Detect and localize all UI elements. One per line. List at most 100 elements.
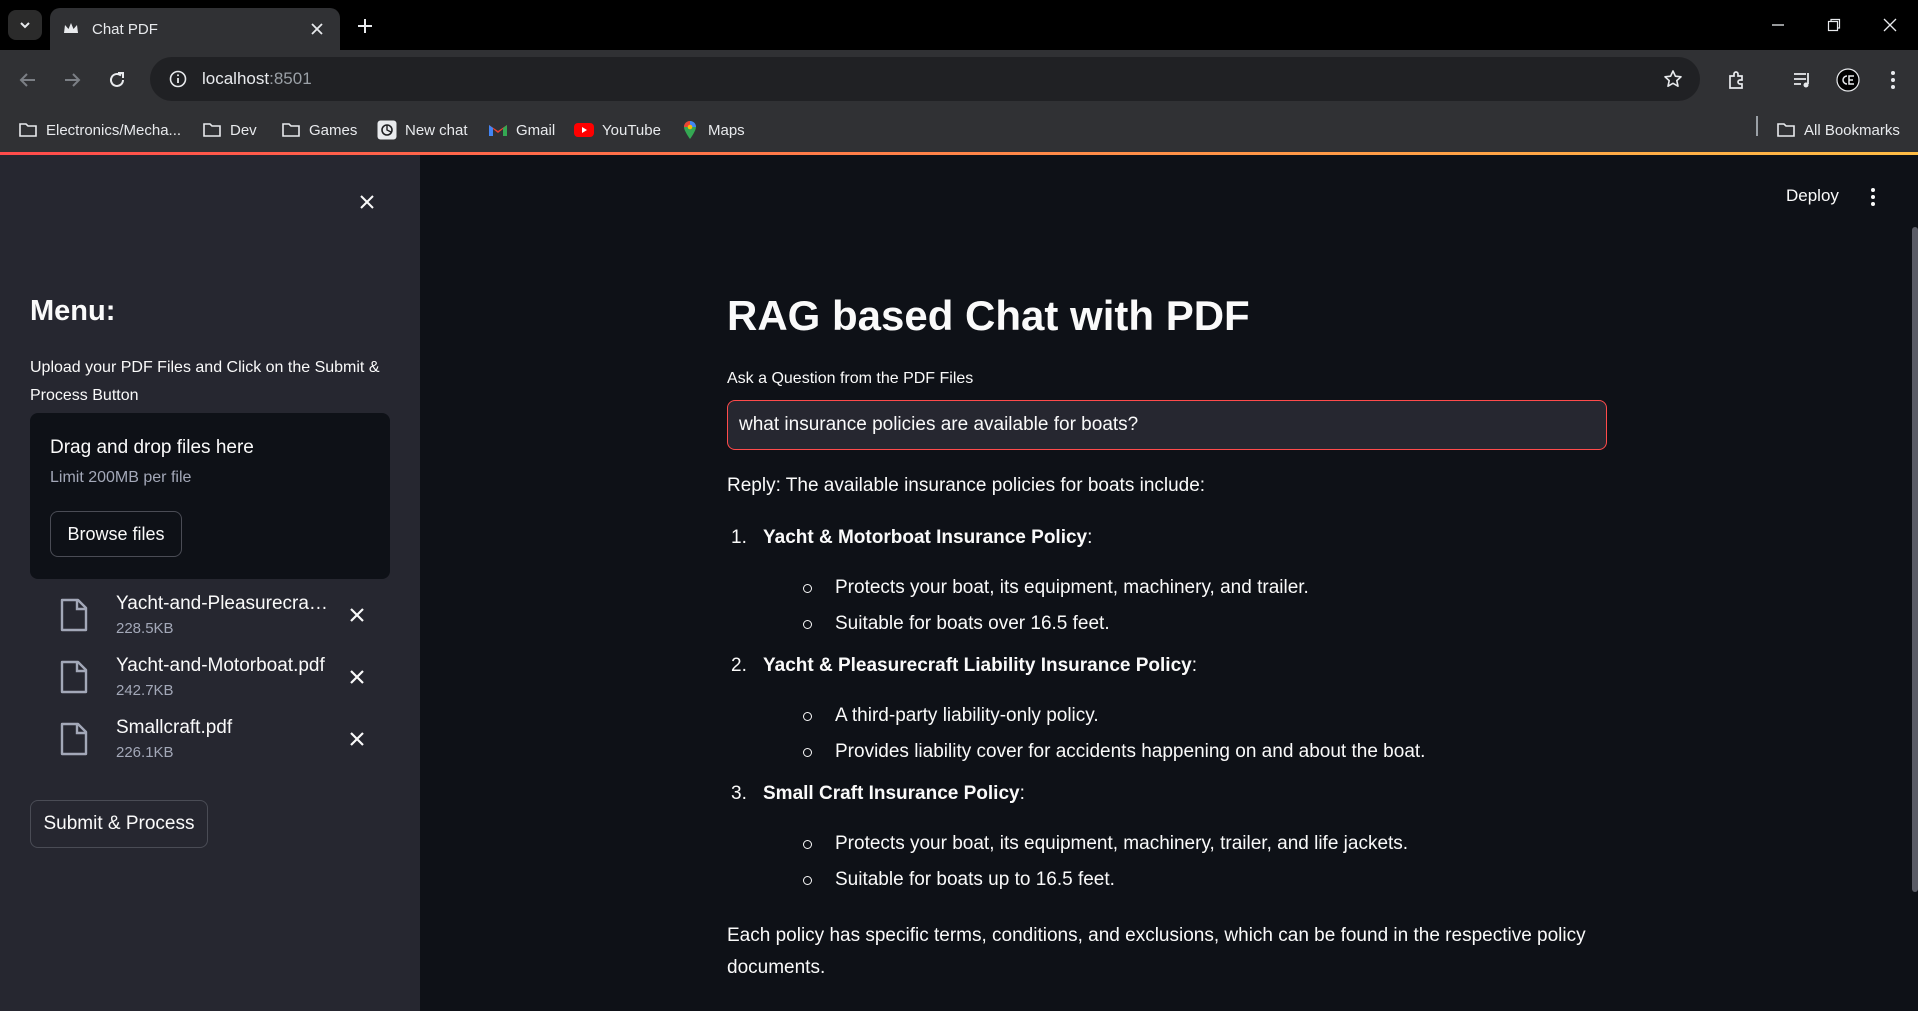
bookmark-gmail[interactable]: Gmail <box>488 118 555 142</box>
maps-icon <box>680 120 700 140</box>
url-text: localhost:8501 <box>202 69 312 89</box>
question-input[interactable] <box>727 400 1607 450</box>
question-label: Ask a Question from the PDF Files <box>727 370 974 387</box>
file-size: 242.7KB <box>116 682 174 699</box>
file-name: Smallcraft.pdf <box>116 717 233 738</box>
address-bar[interactable]: localhost:8501 <box>150 57 1700 101</box>
policy-point-text: Provides liability cover for accidents h… <box>835 741 1426 762</box>
tab-close-icon[interactable] <box>306 18 328 40</box>
sidebar-title: Menu: <box>30 295 116 327</box>
close-icon <box>350 670 364 684</box>
page-title: RAG based Chat with PDF <box>727 292 1250 339</box>
restore-button[interactable] <box>1814 10 1854 40</box>
uploaded-file: Smallcraft.pdf 226.1KB <box>54 714 394 764</box>
url-host: localhost <box>202 69 270 88</box>
deploy-button[interactable]: Deploy <box>1786 186 1839 206</box>
url-port: :8501 <box>269 69 312 88</box>
policy-colon: : <box>1191 655 1198 676</box>
bullet-circle-icon <box>803 876 812 885</box>
remove-file-button[interactable] <box>344 602 370 628</box>
uploaded-file: Yacht-and-Pleasurecraft.... 228.5KB <box>54 590 394 640</box>
file-icon <box>60 722 88 756</box>
browser-tab[interactable]: Chat PDF <box>50 8 340 50</box>
policy-points: Protects your boat, its equipment, machi… <box>763 830 1607 902</box>
bookmark-games[interactable]: Games <box>281 118 357 142</box>
reload-button[interactable] <box>101 64 133 96</box>
folder-icon <box>18 120 38 140</box>
bullet-circle-icon <box>803 712 812 721</box>
policy-number: 1. <box>731 527 747 548</box>
remove-file-button[interactable] <box>344 726 370 752</box>
submit-process-button[interactable]: Submit & Process <box>30 800 208 848</box>
bookmark-star-icon[interactable] <box>1662 68 1684 90</box>
openai-icon <box>377 120 397 140</box>
file-name: Yacht-and-Pleasurecraft.... <box>116 593 328 614</box>
policy-name: Yacht & Motorboat Insurance Policy <box>763 527 1088 548</box>
bookmarks-divider <box>1756 116 1758 136</box>
bookmark-youtube[interactable]: YouTube <box>574 118 661 142</box>
minimize-button[interactable] <box>1758 10 1798 40</box>
tab-search-button[interactable] <box>8 10 42 40</box>
close-icon <box>1883 18 1897 32</box>
policy-point-text: A third-party liability-only policy. <box>835 705 1099 726</box>
policy-points: Protects your boat, its equipment, machi… <box>763 574 1607 646</box>
file-icon <box>60 660 88 694</box>
browser-toolbar: localhost:8501 <box>0 50 1918 108</box>
bullet-circle-icon <box>803 620 812 629</box>
policy-point: Suitable for boats over 16.5 feet. <box>763 610 1607 646</box>
window-close-button[interactable] <box>1870 10 1910 40</box>
site-info-icon[interactable] <box>156 57 200 101</box>
bookmark-label: YouTube <box>602 121 661 139</box>
bookmark-label: Games <box>309 121 358 139</box>
more-vertical-icon <box>1871 188 1875 206</box>
folder-icon <box>281 120 301 140</box>
close-icon <box>350 608 364 622</box>
bookmark-label: Dev <box>230 121 257 139</box>
media-controls-icon[interactable] <box>1788 65 1818 95</box>
policy-colon: : <box>1019 783 1025 804</box>
bookmarks-bar: Electronics/Mecha... Dev Games New chat … <box>0 108 1918 152</box>
policy-colon: : <box>1087 527 1093 548</box>
restore-icon <box>1827 18 1841 32</box>
policy-point: Protects your boat, its equipment, machi… <box>763 574 1607 610</box>
bookmark-label: New chat <box>405 121 468 139</box>
policy-points: A third-party liability-only policy. Pro… <box>763 702 1607 774</box>
bookmark-maps[interactable]: Maps <box>680 118 745 142</box>
app-menu-button[interactable] <box>1862 182 1884 212</box>
reload-icon <box>110 72 124 87</box>
bookmark-dev[interactable]: Dev <box>202 118 257 142</box>
arrow-right-icon <box>65 73 81 87</box>
policy-item: 1. Yacht & Motorboat Insurance Policy: P… <box>727 524 1607 646</box>
profile-avatar-icon[interactable] <box>1833 65 1863 95</box>
bookmark-electronics[interactable]: Electronics/Mecha... <box>18 118 181 142</box>
browse-files-button[interactable]: Browse files <box>50 511 182 557</box>
extensions-icon[interactable] <box>1722 65 1752 95</box>
file-size: 228.5KB <box>116 620 174 637</box>
bookmark-label: Maps <box>708 121 745 139</box>
all-bookmarks-label: All Bookmarks <box>1804 121 1900 139</box>
new-tab-button[interactable] <box>352 13 378 39</box>
dropzone-limit: Limit 200MB per file <box>50 469 192 486</box>
file-icon <box>60 598 88 632</box>
sidebar-description: Upload your PDF Files and Click on the S… <box>30 359 380 404</box>
reply-closing: Each policy has specific terms, conditio… <box>727 925 1586 978</box>
tab-title: Chat PDF <box>92 20 158 38</box>
dropzone-title: Drag and drop files here <box>50 437 254 458</box>
policy-point: Provides liability cover for accidents h… <box>763 738 1607 774</box>
remove-file-button[interactable] <box>344 664 370 690</box>
bullet-circle-icon <box>803 840 812 849</box>
arrow-left-icon <box>19 73 35 87</box>
all-bookmarks[interactable]: All Bookmarks <box>1776 118 1900 142</box>
youtube-icon <box>574 120 594 140</box>
policy-number: 3. <box>731 783 747 804</box>
minimize-icon <box>1772 24 1784 26</box>
file-dropzone[interactable]: Drag and drop files here Limit 200MB per… <box>30 413 390 579</box>
back-button[interactable] <box>12 64 44 96</box>
policy-number: 2. <box>731 655 747 676</box>
bullet-circle-icon <box>803 748 812 757</box>
forward-button[interactable] <box>56 64 88 96</box>
browser-menu-icon[interactable] <box>1878 65 1908 95</box>
sidebar-close-button[interactable] <box>352 187 382 217</box>
scrollbar[interactable] <box>1912 227 1918 892</box>
bookmark-new-chat[interactable]: New chat <box>377 118 468 142</box>
